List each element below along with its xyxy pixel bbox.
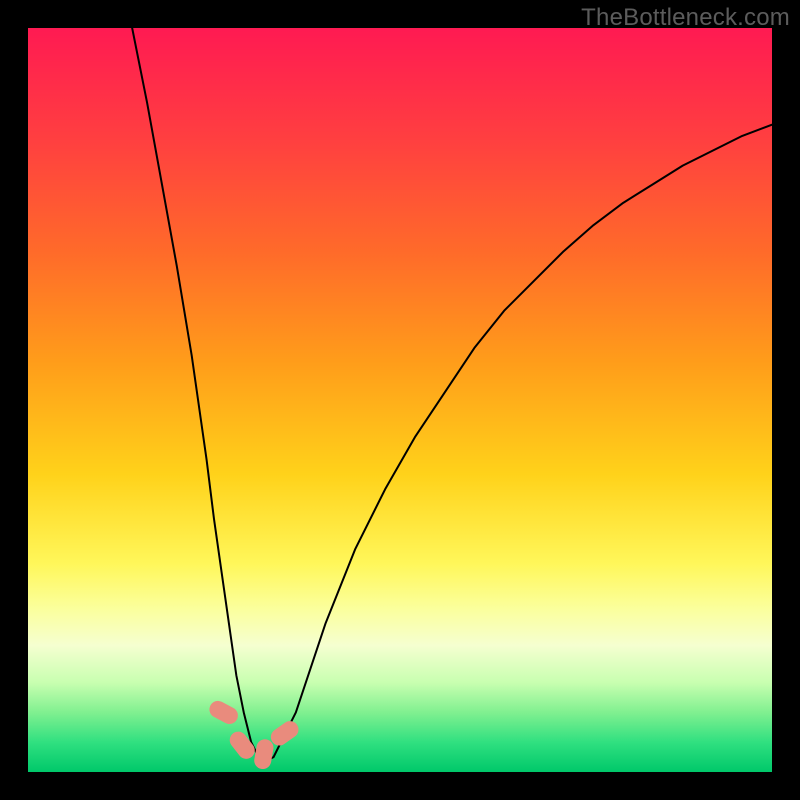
chart-frame: TheBottleneck.com	[0, 0, 800, 800]
gradient-background	[28, 28, 772, 772]
chart-svg	[28, 28, 772, 772]
watermark-text: TheBottleneck.com	[581, 4, 790, 32]
plot-area	[28, 28, 772, 772]
